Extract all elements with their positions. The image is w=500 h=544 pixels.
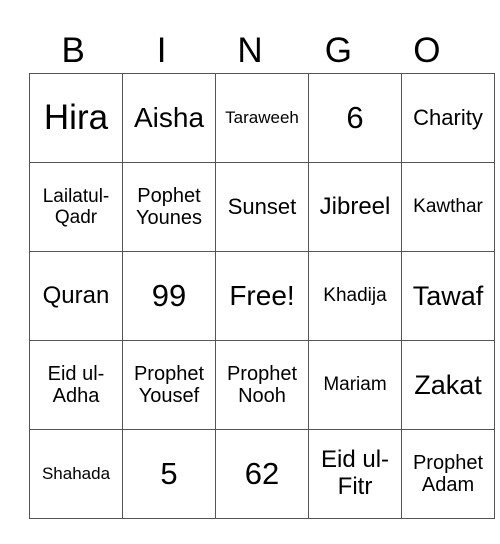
bingo-cell[interactable]: 62: [215, 429, 309, 519]
bingo-grid: Hira Aisha Taraweeh 6 Charity Lailatul-Q…: [29, 73, 495, 519]
header-letter-n: N: [237, 31, 263, 70]
header-letter-b: B: [61, 31, 85, 70]
free-space-cell[interactable]: Free!: [215, 251, 309, 341]
header-letter-o: O: [413, 31, 441, 70]
bingo-cell[interactable]: Shahada: [29, 429, 123, 519]
header-letter-i: I: [156, 31, 167, 70]
bingo-cell[interactable]: Zakat: [401, 340, 495, 430]
grid-row: Hira Aisha Taraweeh 6 Charity: [29, 73, 495, 163]
bingo-cell[interactable]: Hira: [29, 73, 123, 163]
bingo-header: B I N G O: [29, 30, 471, 72]
bingo-cell[interactable]: Prophet Nooh: [215, 340, 309, 430]
bingo-cell[interactable]: Tawaf: [401, 251, 495, 341]
bingo-cell[interactable]: 6: [308, 73, 402, 163]
bingo-cell[interactable]: Mariam: [308, 340, 402, 430]
bingo-cell[interactable]: 99: [122, 251, 216, 341]
bingo-cell[interactable]: Jibreel: [308, 162, 402, 252]
bingo-cell[interactable]: Eid ul-Fitr: [308, 429, 402, 519]
bingo-cell[interactable]: Taraweeh: [215, 73, 309, 163]
bingo-cell[interactable]: Kawthar: [401, 162, 495, 252]
grid-row: Lailatul-Qadr Pophet Younes Sunset Jibre…: [29, 162, 495, 252]
bingo-cell[interactable]: Sunset: [215, 162, 309, 252]
bingo-cell[interactable]: Charity: [401, 73, 495, 163]
bingo-cell[interactable]: Lailatul-Qadr: [29, 162, 123, 252]
bingo-cell[interactable]: Aisha: [122, 73, 216, 163]
bingo-cell[interactable]: Quran: [29, 251, 123, 341]
grid-row: Eid ul-Adha Prophet Yousef Prophet Nooh …: [29, 340, 495, 430]
bingo-cell[interactable]: Khadija: [308, 251, 402, 341]
grid-row: Quran 99 Free! Khadija Tawaf: [29, 251, 495, 341]
header-letter-g: G: [324, 31, 353, 70]
bingo-cell[interactable]: Prophet Yousef: [122, 340, 216, 430]
bingo-cell[interactable]: 5: [122, 429, 216, 519]
bingo-cell[interactable]: Prophet Adam: [401, 429, 495, 519]
bingo-cell[interactable]: Pophet Younes: [122, 162, 216, 252]
grid-row: Shahada 5 62 Eid ul-Fitr Prophet Adam: [29, 429, 495, 519]
bingo-cell[interactable]: Eid ul-Adha: [29, 340, 123, 430]
